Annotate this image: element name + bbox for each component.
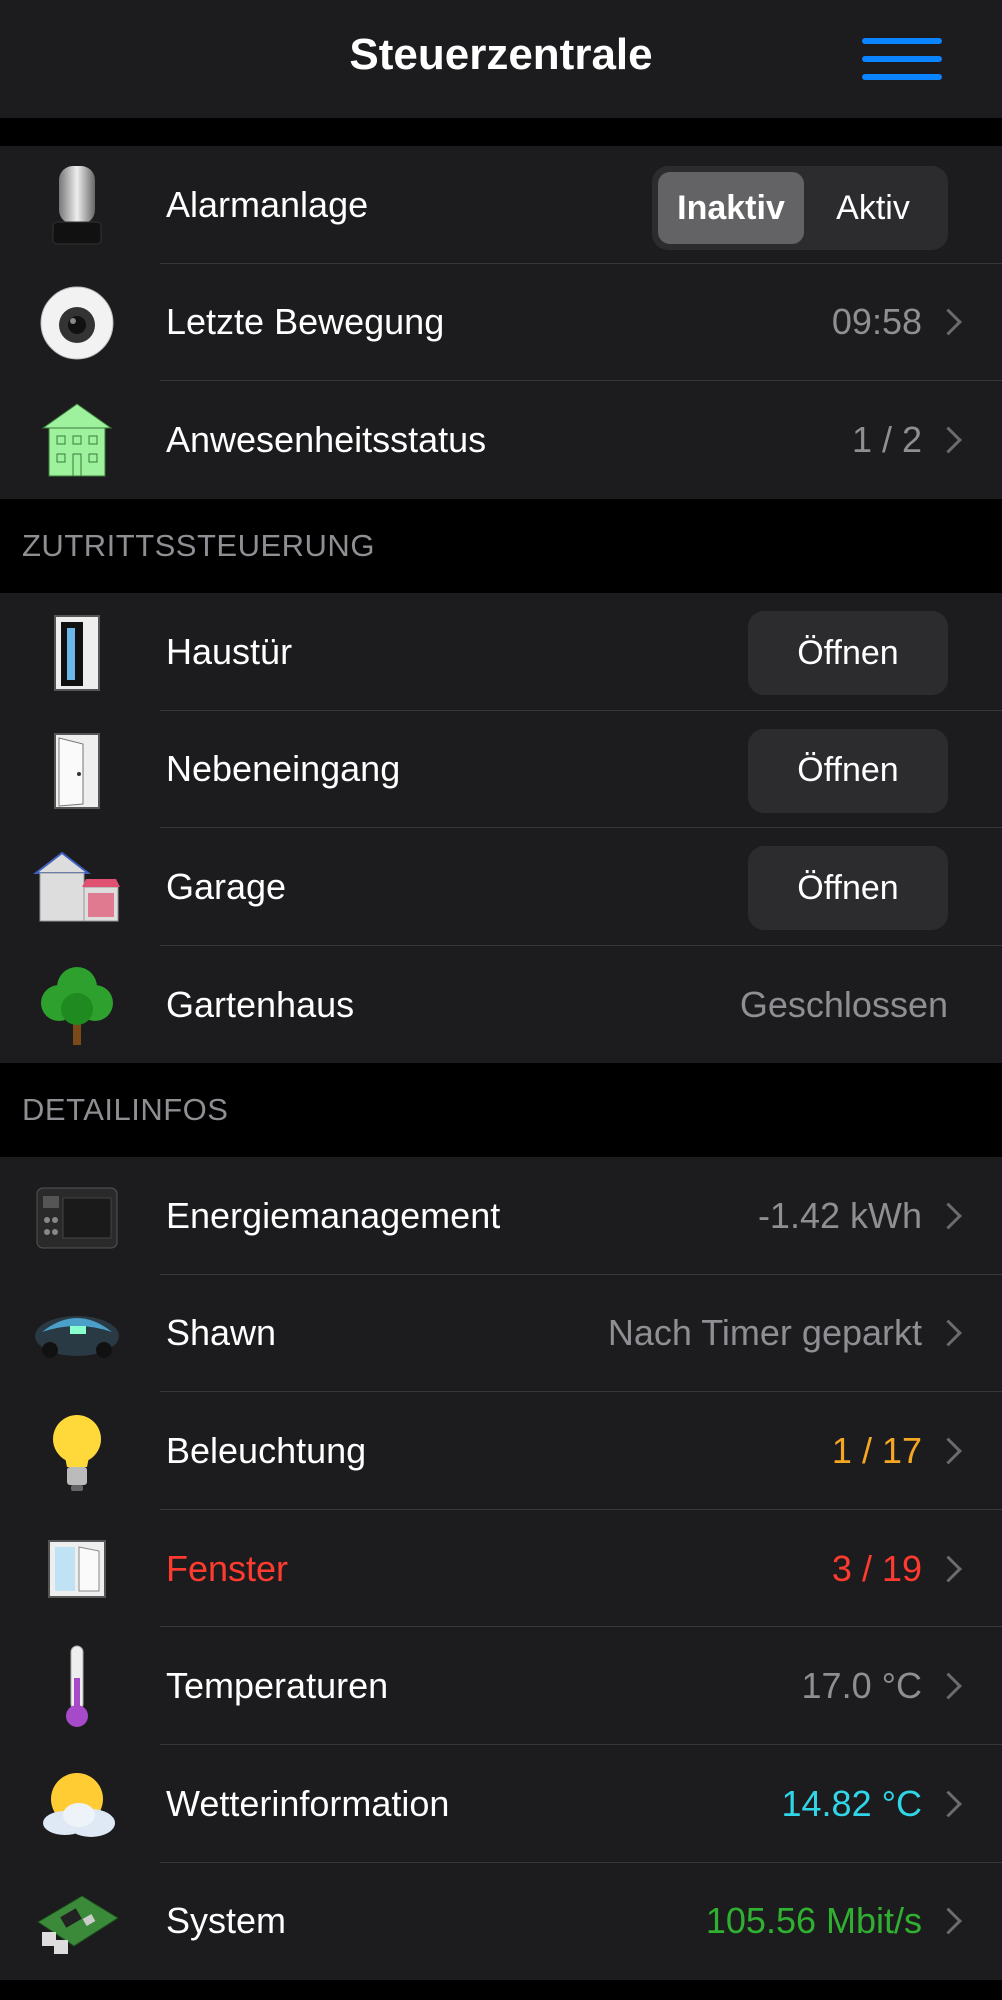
windows-label: Fenster — [166, 1547, 289, 1589]
chevron-right-icon — [935, 1319, 962, 1347]
temperatures-label: Temperaturen — [166, 1665, 389, 1707]
robot-mower-icon — [30, 1291, 124, 1377]
last-motion-value: 09:58 — [831, 301, 922, 343]
side-entrance-row: Nebeneingang Öffnen — [0, 711, 1002, 829]
open-side-entrance-button[interactable]: Öffnen — [748, 728, 948, 813]
chevron-right-icon — [935, 426, 962, 454]
tree-icon — [30, 962, 124, 1048]
navigation-bar: Steuerzentrale — [0, 0, 1002, 118]
temperatures-value: 17.0 °C — [801, 1665, 922, 1707]
page-title: Steuerzentrale — [349, 30, 653, 79]
open-garage-button[interactable]: Öffnen — [748, 846, 948, 931]
segment-inactive[interactable]: Inaktiv — [658, 172, 804, 244]
side-door-icon — [30, 727, 124, 813]
circuit-board-icon — [30, 1879, 124, 1965]
access-group: Haustür Öffnen Nebeneingang Öffnen Garag… — [0, 593, 1002, 1064]
front-door-icon — [30, 609, 124, 695]
segment-active[interactable]: Aktiv — [800, 172, 946, 244]
garage-label: Garage — [166, 865, 287, 907]
chevron-right-icon — [935, 1790, 962, 1818]
section-header-access: ZUTRITTSSTEUERUNG — [22, 528, 375, 563]
bottom-spacer — [0, 1980, 1002, 2000]
front-door-row: Haustür Öffnen — [0, 593, 1002, 711]
alarm-row: Alarmanlage Inaktiv Aktiv — [0, 146, 1002, 264]
lighting-value: 1 / 17 — [831, 1429, 922, 1471]
lighting-row[interactable]: Beleuchtung 1 / 17 — [0, 1392, 1002, 1510]
power-station-icon — [30, 1173, 124, 1259]
presence-value: 1 / 2 — [851, 418, 922, 460]
chevron-right-icon — [935, 308, 962, 336]
mower-row[interactable]: Shawn Nach Timer geparkt — [0, 1275, 1002, 1393]
system-value: 105.56 Mbit/s — [705, 1900, 922, 1942]
house-icon — [30, 397, 124, 483]
side-entrance-label: Nebeneingang — [166, 748, 401, 790]
open-front-door-button[interactable]: Öffnen — [748, 611, 948, 695]
front-door-label: Haustür — [166, 630, 293, 672]
weather-label: Wetterinformation — [166, 1782, 450, 1824]
last-motion-row[interactable]: Letzte Bewegung 09:58 — [0, 264, 1002, 382]
garden-house-label: Gartenhaus — [166, 983, 355, 1025]
alarm-mode-segmented-control[interactable]: Inaktiv Aktiv — [652, 166, 948, 250]
mower-label: Shawn — [166, 1312, 277, 1354]
energy-row[interactable]: Energiemanagement -1.42 kWh — [0, 1157, 1002, 1275]
presence-row[interactable]: Anwesenheitsstatus 1 / 2 — [0, 381, 1002, 499]
energy-value: -1.42 kWh — [757, 1194, 922, 1236]
camera-icon — [30, 280, 124, 366]
chevron-right-icon — [935, 1672, 962, 1700]
garage-row: Garage Öffnen — [0, 828, 1002, 946]
presence-label: Anwesenheitsstatus — [166, 418, 487, 460]
security-group: Alarmanlage Inaktiv Aktiv Letzte Bewegun… — [0, 146, 1002, 499]
hamburger-menu-icon[interactable] — [860, 36, 944, 82]
weather-row[interactable]: Wetterinformation 14.82 °C — [0, 1745, 1002, 1863]
sun-cloud-icon — [30, 1761, 124, 1847]
thermometer-icon — [30, 1643, 124, 1729]
windows-value: 3 / 19 — [831, 1547, 922, 1589]
mower-value: Nach Timer geparkt — [607, 1312, 922, 1354]
chevron-right-icon — [935, 1202, 962, 1230]
windows-row[interactable]: Fenster 3 / 19 — [0, 1510, 1002, 1628]
chevron-right-icon — [935, 1437, 962, 1465]
weather-value: 14.82 °C — [781, 1782, 922, 1824]
system-label: System — [166, 1900, 287, 1942]
light-bulb-icon — [30, 1408, 124, 1494]
system-row[interactable]: System 105.56 Mbit/s — [0, 1863, 1002, 1981]
garden-house-value: Geschlossen — [739, 983, 948, 1025]
temperatures-row[interactable]: Temperaturen 17.0 °C — [0, 1627, 1002, 1745]
lighting-label: Beleuchtung — [166, 1429, 367, 1471]
garden-house-row: Gartenhaus Geschlossen — [0, 946, 1002, 1064]
details-group: Energiemanagement -1.42 kWh Shawn Nach T… — [0, 1157, 1002, 1981]
chevron-right-icon — [935, 1555, 962, 1583]
section-header-details: DETAILINFOS — [22, 1092, 229, 1127]
energy-label: Energiemanagement — [166, 1194, 501, 1236]
chevron-right-icon — [935, 1907, 962, 1935]
alarm-label: Alarmanlage — [166, 183, 369, 225]
window-icon — [30, 1526, 124, 1612]
siren-icon — [30, 162, 124, 248]
last-motion-label: Letzte Bewegung — [166, 301, 445, 343]
garage-icon — [30, 844, 124, 930]
